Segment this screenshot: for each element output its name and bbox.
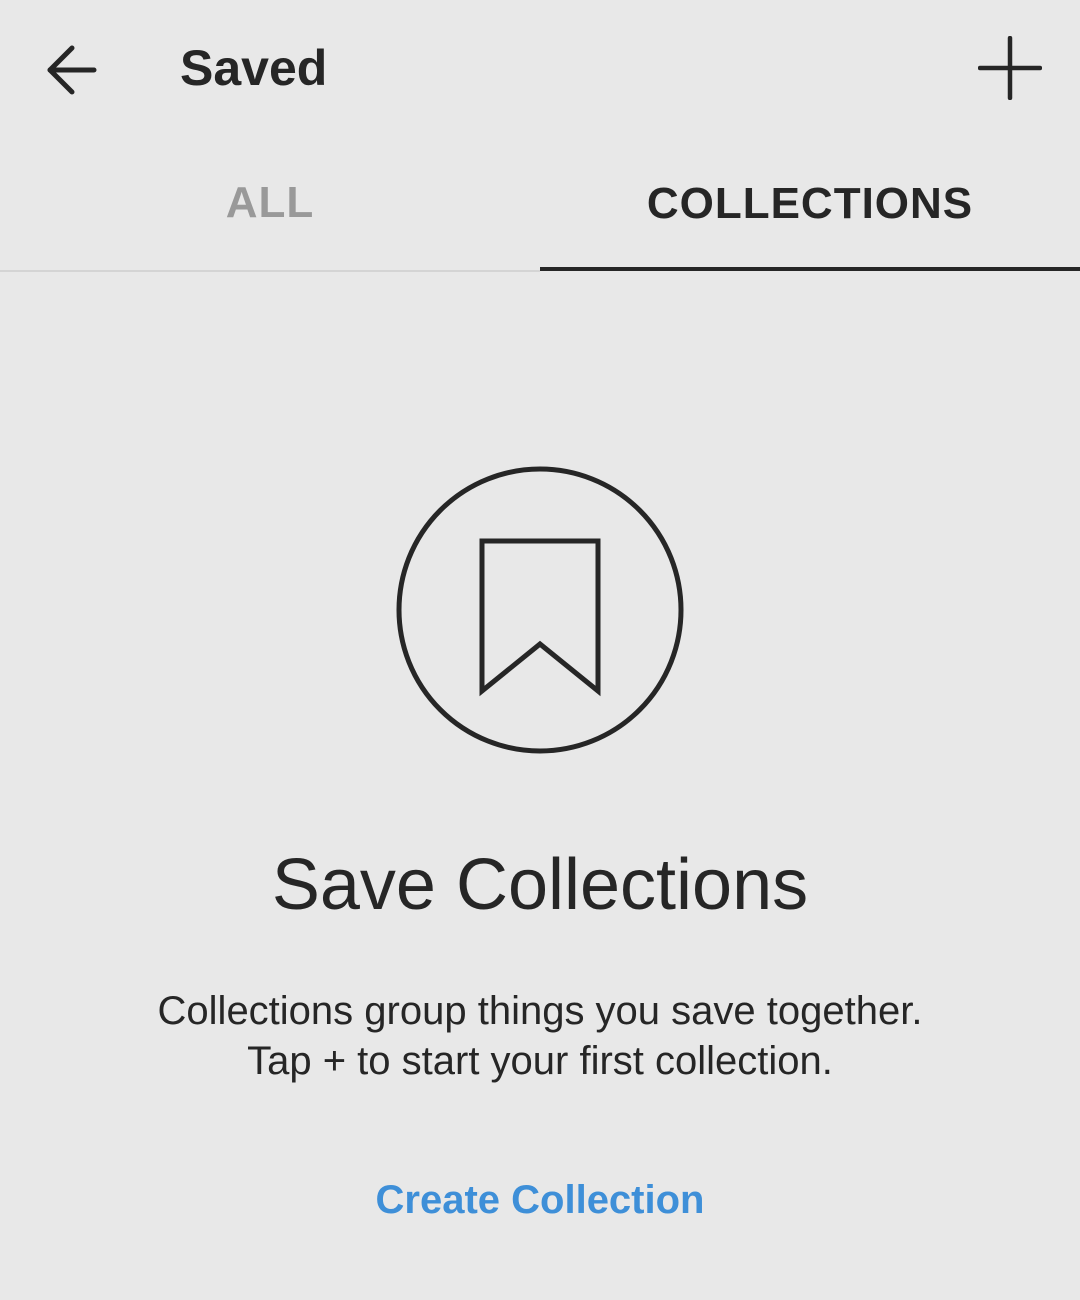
- empty-state-title: Save Collections: [271, 845, 809, 925]
- tab-collections-label: COLLECTIONS: [646, 179, 974, 228]
- tab-collections[interactable]: COLLECTIONS: [540, 136, 1080, 272]
- top-bar: Saved: [0, 0, 1080, 136]
- tab-bar: ALL COLLECTIONS: [0, 136, 1080, 272]
- tab-all-label: ALL: [225, 178, 315, 227]
- tab-all[interactable]: ALL: [0, 136, 540, 272]
- bookmark-icon: [396, 466, 684, 754]
- arrow-left-icon: [47, 45, 97, 95]
- page-title: Saved: [180, 40, 328, 96]
- plus-icon: [978, 36, 1042, 100]
- empty-state-description-line-2: Tap + to start your first collection.: [247, 1039, 833, 1083]
- add-collection-button[interactable]: [968, 26, 1052, 110]
- active-tab-indicator: [540, 267, 1080, 271]
- empty-state-description: Collections group things you save togeth…: [0, 986, 1080, 1086]
- empty-state-description-line-1: Collections group things you save togeth…: [157, 989, 923, 1033]
- create-collection-link[interactable]: Create Collection: [340, 1172, 740, 1228]
- back-button[interactable]: [30, 30, 114, 110]
